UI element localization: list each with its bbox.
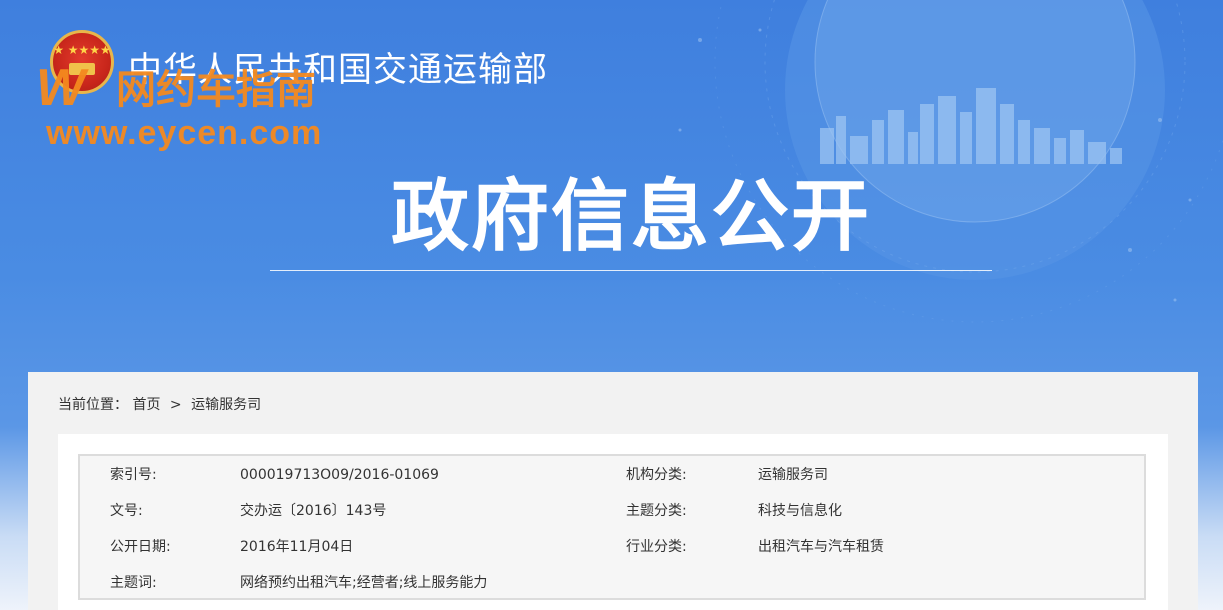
document-metadata-table: 索引号: 000019713O09/2016-01069 机构分类: 运输服务司… bbox=[78, 454, 1146, 600]
keywords-label: 主题词: bbox=[110, 575, 157, 591]
document-card: 索引号: 000019713O09/2016-01069 机构分类: 运输服务司… bbox=[58, 434, 1168, 610]
document-number-value: 交办运〔2016〕143号 bbox=[240, 503, 387, 519]
metadata-row: 文号: 交办运〔2016〕143号 主题分类: 科技与信息化 bbox=[80, 493, 1144, 529]
breadcrumb-prefix: 当前位置： bbox=[58, 397, 128, 413]
publish-date-label: 公开日期: bbox=[110, 539, 171, 555]
metadata-row: 主题词: 网络预约出租汽车;经营者;线上服务能力 bbox=[80, 565, 1144, 601]
document-number-label: 文号: bbox=[110, 503, 143, 519]
watermark-url: www.eycen.com bbox=[46, 114, 323, 152]
index-number-label: 索引号: bbox=[110, 467, 157, 483]
heading-divider bbox=[270, 270, 992, 271]
page-heading: 政府信息公开 bbox=[390, 172, 871, 262]
metadata-row: 索引号: 000019713O09/2016-01069 机构分类: 运输服务司 bbox=[80, 457, 1144, 493]
breadcrumb-home-link[interactable]: 首页 bbox=[132, 394, 160, 414]
breadcrumb-department-link[interactable]: 运输服务司 bbox=[191, 394, 261, 414]
topic-category-value: 科技与信息化 bbox=[758, 503, 842, 519]
breadcrumb-separator: > bbox=[169, 397, 182, 413]
industry-category-value: 出租汽车与汽车租赁 bbox=[758, 539, 884, 555]
watermark-text: 网约车指南 bbox=[116, 67, 316, 113]
publish-date-value: 2016年11月04日 bbox=[240, 539, 354, 555]
index-number-value: 000019713O09/2016-01069 bbox=[240, 467, 439, 483]
keywords-value: 网络预约出租汽车;经营者;线上服务能力 bbox=[240, 575, 488, 591]
industry-category-label: 行业分类: bbox=[626, 539, 687, 555]
metadata-row: 公开日期: 2016年11月04日 行业分类: 出租汽车与汽车租赁 bbox=[80, 529, 1144, 565]
agency-category-value: 运输服务司 bbox=[758, 467, 828, 483]
watermark-logo-letter: W bbox=[36, 59, 86, 117]
content-panel: 当前位置： 首页 > 运输服务司 索引号: 000019713O09/2016-… bbox=[28, 372, 1198, 610]
breadcrumb: 当前位置： 首页 > 运输服务司 bbox=[58, 394, 261, 414]
agency-category-label: 机构分类: bbox=[626, 467, 687, 483]
topic-category-label: 主题分类: bbox=[626, 503, 687, 519]
